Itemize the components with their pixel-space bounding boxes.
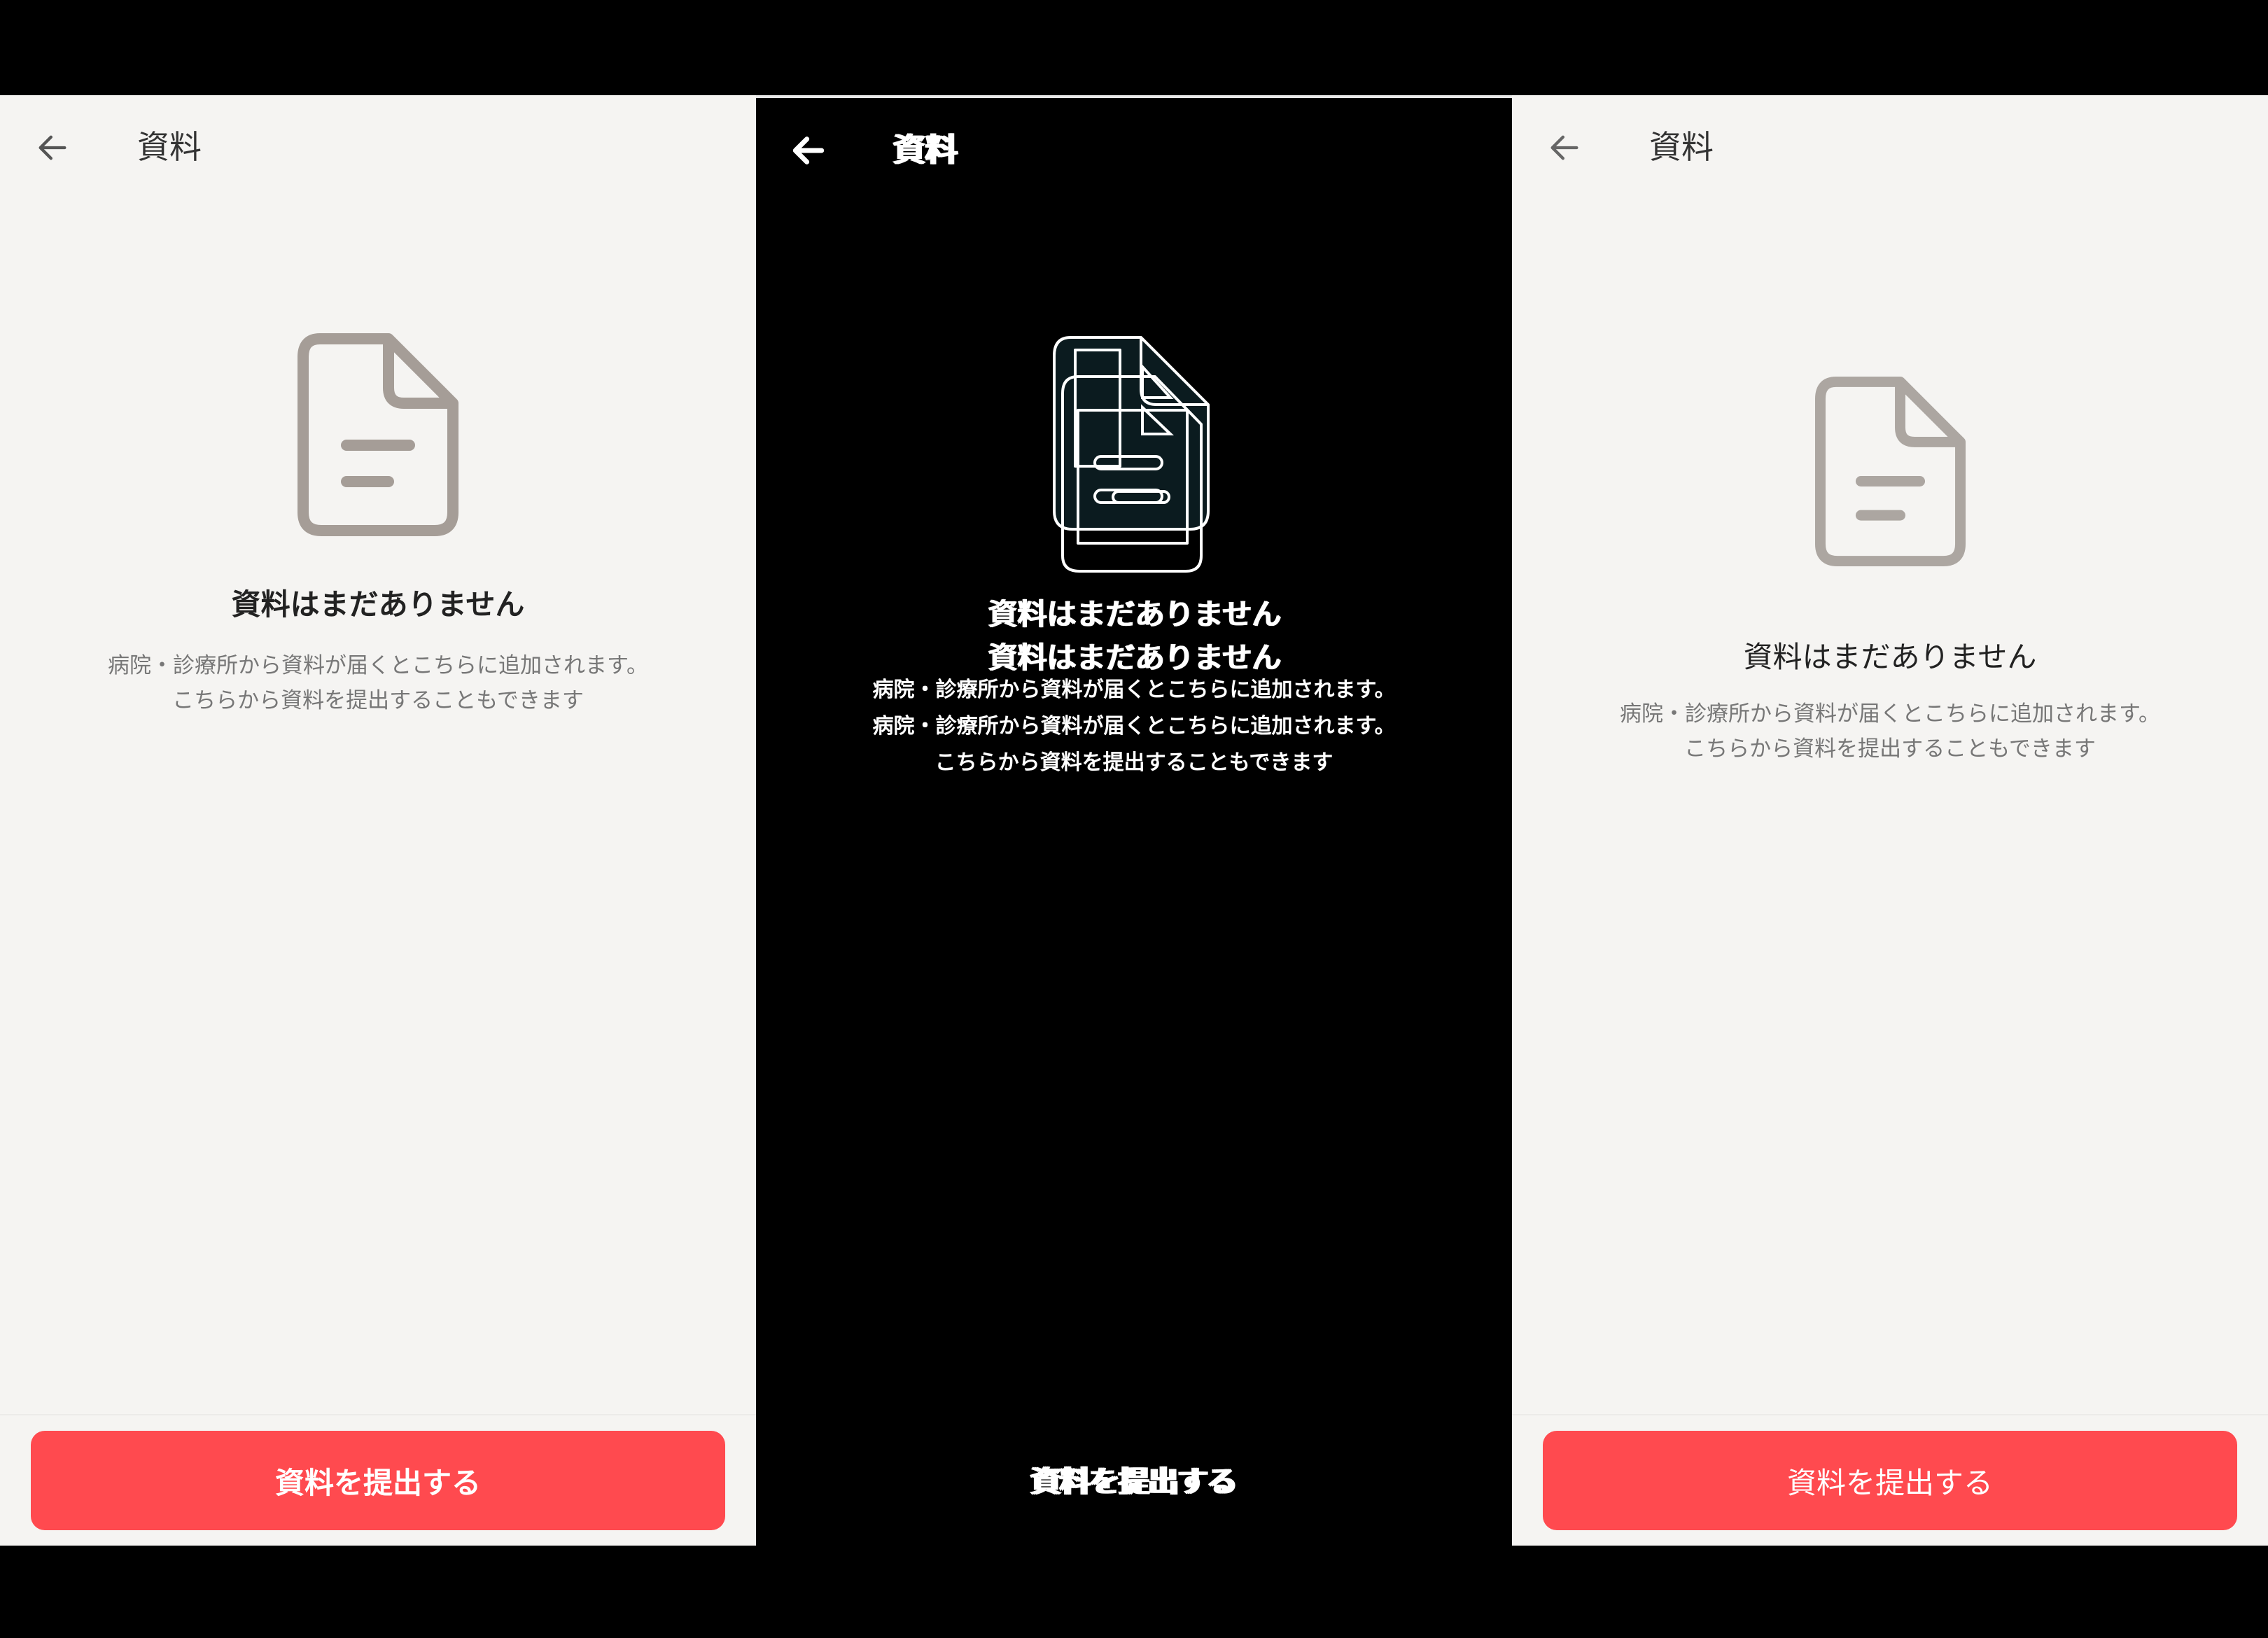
submit-document-button[interactable]: 資料を提出する	[31, 1431, 725, 1530]
footer-bar: 資料を提出する	[756, 1414, 1512, 1546]
app-header: 資料	[0, 95, 756, 200]
back-button[interactable]	[784, 126, 833, 175]
footer-bar: 資料を提出する	[1512, 1414, 2268, 1546]
page-title: 資料	[893, 131, 958, 169]
empty-state: 資料はまだありません 病院・診療所から資料が届くとこちらに追加されます。 こちら…	[1512, 375, 2268, 766]
empty-state: 資料はまだありません 病院・診療所から資料が届くとこちらに追加されます。 こちら…	[0, 333, 756, 718]
document-icon	[298, 333, 458, 536]
empty-text-block: 資料はまだありません 資料はまだありません 病院・診療所から資料が届くとこちらに…	[756, 595, 1512, 775]
empty-title: 資料はまだありません	[1743, 640, 2037, 674]
page-title: 資料	[137, 128, 202, 166]
arrow-left-icon	[38, 135, 66, 160]
empty-description: 病院・診療所から資料が届くとこちらに追加されます。 病院・診療所から資料が届くと…	[756, 672, 1512, 781]
page-title: 資料	[1649, 128, 1714, 166]
description-line: 病院・診療所から資料が届くとこちらに追加されます。	[872, 714, 1396, 738]
description-line: 病院・診療所から資料が届くとこちらに追加されます。	[872, 678, 1396, 702]
empty-description: 病院・診療所から資料が届くとこちらに追加されます。 こちらから資料を提出すること…	[1512, 696, 2268, 766]
screenshot-stage: 資料 資料はまだありません 病院・診療所から資料が届くとこちらに追加されます。 …	[0, 0, 2268, 1638]
arrow-left-icon	[1550, 135, 1578, 160]
screen-light-1: 資料 資料はまだありません 病院・診療所から資料が届くとこちらに追加されます。 …	[0, 95, 756, 1546]
footer-bar: 資料を提出する	[0, 1414, 756, 1546]
back-button[interactable]	[1540, 123, 1589, 172]
description-line: 病院・診療所から資料が届くとこちらに追加されます。	[108, 653, 648, 678]
empty-title: 資料はまだありません	[987, 597, 1281, 631]
screen-dark: 資料 資料はまだありません 資料はまだありません 病院・診療所から資料が届くとこ…	[756, 95, 1512, 1546]
app-header: 資料	[756, 98, 1512, 203]
description-line: こちらから資料を提出することもできます	[1684, 736, 2096, 762]
submit-document-button[interactable]: 資料を提出する	[1543, 1431, 2237, 1530]
empty-title: 資料はまだありません	[231, 587, 525, 622]
submit-document-button[interactable]: 資料を提出する	[787, 1429, 1481, 1529]
description-line: 病院・診療所から資料が届くとこちらに追加されます。	[1620, 701, 2160, 727]
arrow-left-icon	[792, 136, 825, 164]
description-line: こちらから資料を提出することもできます	[172, 688, 584, 713]
document-icon	[1053, 336, 1210, 573]
back-button[interactable]	[28, 123, 77, 172]
document-icon	[1814, 376, 1966, 567]
description-line: こちらから資料を提出することもできます	[934, 750, 1334, 775]
empty-state: 資料はまだありません 資料はまだありません 病院・診療所から資料が届くとこちらに…	[756, 333, 1512, 775]
empty-description: 病院・診療所から資料が届くとこちらに追加されます。 こちらから資料を提出すること…	[0, 648, 756, 718]
app-header: 資料	[1512, 95, 2268, 200]
screen-light-2: 資料 資料はまだありません 病院・診療所から資料が届くとこちらに追加されます。 …	[1512, 95, 2268, 1546]
